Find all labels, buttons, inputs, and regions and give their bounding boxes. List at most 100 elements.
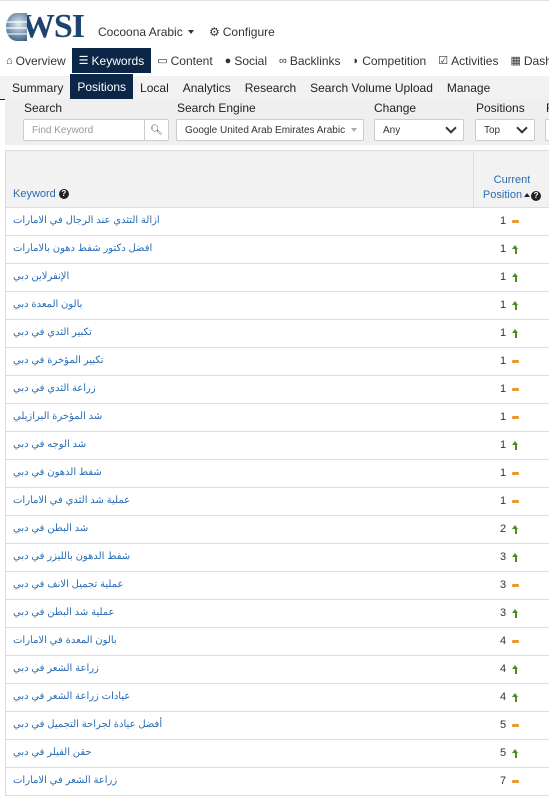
keyword-link[interactable]: بالون المعدة في الامارات bbox=[13, 635, 117, 646]
position-cell: 1 bbox=[500, 439, 519, 451]
logo-text: WSI bbox=[20, 8, 85, 45]
nav-content[interactable]: ▭ Content bbox=[151, 48, 218, 73]
position-cell: 5 bbox=[500, 747, 519, 759]
keyword-link[interactable]: عيادات زراعة الشعر في دبي bbox=[13, 691, 130, 702]
keyword-link[interactable]: شد المؤخرة البرازيلي bbox=[13, 411, 102, 422]
arrow-up-icon bbox=[512, 608, 519, 618]
tab-manage[interactable]: Manage bbox=[440, 76, 497, 99]
nav-social[interactable]: ● Social bbox=[219, 48, 273, 73]
nav-label: Content bbox=[170, 53, 213, 68]
keyword-link[interactable]: عملية تجميل الانف في دبي bbox=[13, 579, 123, 590]
nav-label: Overview bbox=[15, 53, 66, 68]
nav-dashboard[interactable]: ▦Dashb bbox=[504, 48, 549, 73]
configure-button[interactable]: ⚙ Configure bbox=[209, 25, 275, 39]
table-row: بالون المعدة في الامارات 4 bbox=[6, 628, 549, 656]
position-value: 1 bbox=[500, 411, 507, 423]
position-cell: 1 bbox=[500, 495, 520, 507]
arrow-up-icon bbox=[512, 748, 519, 758]
position-cell: 1 bbox=[500, 467, 520, 479]
position-cell: 3 bbox=[500, 579, 520, 591]
change-label: Change bbox=[374, 101, 417, 115]
position-value: 4 bbox=[500, 691, 507, 703]
position-cell: 3 bbox=[500, 607, 519, 619]
tab-analytics[interactable]: Analytics bbox=[176, 76, 238, 99]
position-value: 1 bbox=[500, 215, 507, 227]
arrow-up-icon bbox=[512, 272, 519, 282]
position-value: 5 bbox=[500, 719, 507, 731]
keyword-link[interactable]: الإنفرلاين دبي bbox=[13, 271, 69, 282]
position-cell: 1 bbox=[500, 327, 519, 339]
keyword-link[interactable]: زراعة الثدي في دبي bbox=[13, 383, 96, 394]
nav-overview[interactable]: ⌂ Overview bbox=[0, 48, 72, 73]
search-icon: 🔍︎ bbox=[150, 124, 163, 136]
keyword-link[interactable]: بالون المعدة دبي bbox=[13, 299, 82, 310]
nav-label: Social bbox=[234, 53, 268, 68]
list-icon: ☰ bbox=[78, 55, 89, 67]
search-button[interactable]: 🔍︎ bbox=[144, 120, 168, 140]
keyword-link[interactable]: شفط الدهون بالليزر في دبي bbox=[13, 551, 130, 562]
position-value: 7 bbox=[500, 775, 507, 787]
search-engine-value: Google United Arab Emirates Arabic bbox=[185, 124, 346, 136]
table-row: عملية شد البطن في دبي 3 bbox=[6, 600, 549, 628]
keyword-link[interactable]: أفضل عيادة لجراحة التجميل في دبي bbox=[13, 719, 162, 730]
gear-icon: ⚙ bbox=[209, 25, 220, 39]
column-position-line2: Position bbox=[482, 189, 523, 201]
tab-summary[interactable]: Summary bbox=[0, 76, 70, 99]
search-engine-select[interactable]: Google United Arab Emirates Arabic bbox=[176, 119, 364, 141]
position-cell: 1 bbox=[500, 411, 520, 423]
keyword-link[interactable]: تكبير المؤخرة في دبي bbox=[13, 355, 104, 366]
positions-select[interactable]: Top bbox=[475, 119, 535, 141]
next-filter-select[interactable] bbox=[545, 119, 549, 141]
nav-keywords[interactable]: ☰ Keywords bbox=[71, 48, 152, 73]
table-row: شد المؤخرة البرازيلي 1 bbox=[6, 404, 549, 432]
nav-competition[interactable]: ◗ Competition bbox=[347, 48, 433, 73]
arrow-up-icon bbox=[512, 440, 519, 450]
wsi-logo[interactable]: WSI bbox=[6, 8, 85, 45]
keyword-link[interactable]: شد الوجه في دبي bbox=[13, 439, 86, 450]
arrow-up-icon bbox=[512, 524, 519, 534]
nav-backlinks[interactable]: ∞ Backlinks bbox=[273, 48, 347, 73]
search-engine-label: Search Engine bbox=[177, 101, 256, 115]
position-value: 1 bbox=[500, 243, 507, 255]
keyword-link[interactable]: شفط الدهون في دبي bbox=[13, 467, 102, 478]
table-row: أفضل عيادة لجراحة التجميل في دبي 5 bbox=[6, 712, 549, 740]
column-current-position[interactable]: Current Position? bbox=[473, 151, 549, 208]
tab-research[interactable]: Research bbox=[238, 76, 303, 99]
position-cell: 1 bbox=[500, 383, 520, 395]
position-value: 1 bbox=[500, 271, 507, 283]
tab-search-volume-upload[interactable]: Search Volume Upload bbox=[303, 76, 440, 99]
table-row: شفط الدهون بالليزر في دبي 3 bbox=[6, 544, 549, 572]
keyword-link[interactable]: زراعة الشعر في دبي bbox=[13, 663, 99, 674]
keyword-link[interactable]: عملية شد الثدي في الامارات bbox=[13, 495, 130, 506]
position-value: 4 bbox=[500, 663, 507, 675]
keyword-link[interactable]: عملية شد البطن في دبي bbox=[13, 607, 115, 618]
positions-label: Positions bbox=[476, 101, 525, 115]
help-icon[interactable]: ? bbox=[58, 189, 69, 199]
tab-positions[interactable]: Positions bbox=[70, 74, 134, 99]
keyword-link[interactable]: حقن الفيلر في دبي bbox=[13, 747, 92, 758]
position-value: 3 bbox=[500, 579, 507, 591]
position-cell: 5 bbox=[500, 719, 520, 731]
account-dropdown[interactable]: Cocoona Arabic bbox=[98, 25, 194, 39]
column-keyword-label: Keyword bbox=[13, 188, 56, 200]
position-cell: 1 bbox=[500, 215, 520, 227]
sub-nav: Summary Positions Local Analytics Resear… bbox=[0, 74, 549, 100]
sort-ascending-icon bbox=[524, 193, 531, 197]
keyword-link[interactable]: افضل دكتور شفط دهون بالامارات bbox=[13, 243, 152, 254]
nav-activities[interactable]: ☑ Activities bbox=[432, 48, 504, 73]
chevron-down-icon bbox=[516, 122, 528, 134]
comments-icon: ● bbox=[224, 54, 232, 67]
position-cell: 1 bbox=[500, 271, 519, 283]
change-select[interactable]: Any bbox=[374, 119, 464, 141]
table-row: زراعة الثدي في دبي 1 bbox=[6, 376, 549, 404]
tab-local[interactable]: Local bbox=[133, 76, 176, 99]
keyword-link[interactable]: زراعة الشعر في الامارات bbox=[13, 775, 117, 786]
keyword-link[interactable]: شد البطن في دبي bbox=[13, 523, 88, 534]
help-icon[interactable]: ? bbox=[531, 191, 542, 201]
keyword-link[interactable]: تكبير الثدي في دبي bbox=[13, 327, 92, 338]
search-input[interactable] bbox=[24, 120, 144, 140]
keyword-link[interactable]: ازالة التثدي عند الرجال في الامارات bbox=[13, 215, 160, 226]
table-row: زراعة الشعر في الامارات 7 bbox=[6, 768, 549, 796]
table-row: شد الوجه في دبي 1 bbox=[6, 432, 549, 460]
column-keyword[interactable]: Keyword ? bbox=[13, 188, 69, 200]
